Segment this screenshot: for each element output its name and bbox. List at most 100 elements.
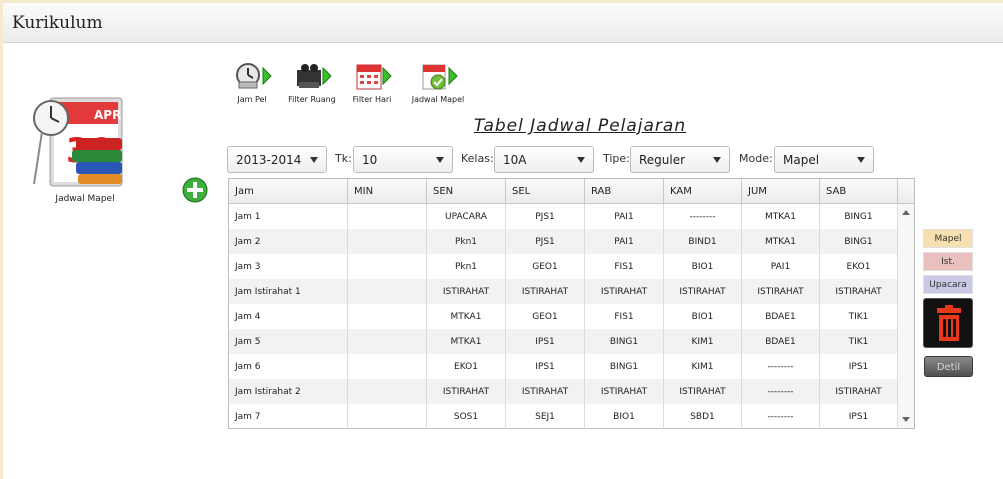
row-label-cell[interactable]: Jam Istirahat 2 bbox=[229, 379, 348, 404]
row-label-cell[interactable]: Jam 4 bbox=[229, 304, 348, 329]
table-cell[interactable]: EKO1 bbox=[820, 254, 898, 279]
kelas-select[interactable]: 10A bbox=[494, 146, 594, 173]
table-cell[interactable]: BDAE1 bbox=[742, 329, 820, 354]
table-cell[interactable] bbox=[348, 279, 427, 304]
table-cell[interactable]: FIS1 bbox=[585, 304, 664, 329]
table-cell[interactable]: BIO1 bbox=[664, 304, 742, 329]
row-label-cell[interactable]: Jam 5 bbox=[229, 329, 348, 354]
table-cell[interactable] bbox=[348, 379, 427, 404]
table-cell[interactable] bbox=[348, 404, 427, 429]
toolbar-filter-hari-button[interactable]: Filter Hari bbox=[341, 62, 403, 110]
column-header[interactable]: MIN bbox=[348, 179, 427, 203]
table-cell[interactable]: MTKA1 bbox=[742, 204, 820, 229]
scroll-up-icon[interactable] bbox=[902, 210, 910, 215]
toolbar-jadwal-mapel-button[interactable]: Jadwal Mapel bbox=[407, 62, 469, 110]
column-header[interactable]: SEL bbox=[506, 179, 585, 203]
table-cell[interactable]: PAI1 bbox=[585, 204, 664, 229]
table-cell[interactable] bbox=[348, 229, 427, 254]
table-cell[interactable]: ISTIRAHAT bbox=[664, 279, 742, 304]
table-cell[interactable]: EKO1 bbox=[427, 354, 506, 379]
table-cell[interactable]: MTKA1 bbox=[742, 229, 820, 254]
table-cell[interactable] bbox=[348, 204, 427, 229]
mode-select[interactable]: Mapel bbox=[774, 146, 874, 173]
table-cell[interactable]: -------- bbox=[742, 354, 820, 379]
year-select[interactable]: 2013-2014 bbox=[227, 146, 327, 173]
table-cell[interactable]: MTKA1 bbox=[427, 329, 506, 354]
table-row[interactable]: Jam 1 UPACARA PJS1 PAI1 -------- MTKA1 BING1 bbox=[229, 204, 898, 229]
table-cell[interactable]: -------- bbox=[664, 204, 742, 229]
column-header[interactable]: SEN bbox=[427, 179, 506, 203]
table-cell[interactable]: MTKA1 bbox=[427, 304, 506, 329]
table-row[interactable]: Jam 4 MTKA1 GEO1 FIS1 BIO1 BDAE1 TIK1 bbox=[229, 304, 898, 329]
row-label-cell[interactable]: Jam 3 bbox=[229, 254, 348, 279]
table-row[interactable]: Jam Istirahat 1 ISTIRAHAT ISTIRAHAT ISTIRAH… bbox=[229, 279, 898, 304]
table-cell[interactable]: BING1 bbox=[585, 329, 664, 354]
table-cell[interactable]: IPS1 bbox=[820, 404, 898, 429]
table-cell[interactable]: ISTIRAHAT bbox=[427, 379, 506, 404]
table-cell[interactable]: ISTIRAHAT bbox=[742, 279, 820, 304]
table-cell[interactable] bbox=[348, 254, 427, 279]
table-cell[interactable]: IPS1 bbox=[506, 354, 585, 379]
detil-button[interactable]: Detil bbox=[924, 356, 973, 377]
table-cell[interactable]: ISTIRAHAT bbox=[820, 379, 898, 404]
table-cell[interactable]: GEO1 bbox=[506, 304, 585, 329]
table-cell[interactable]: TIK1 bbox=[820, 304, 898, 329]
column-header[interactable]: SAB bbox=[820, 179, 898, 203]
tk-select[interactable]: 10 bbox=[353, 146, 453, 173]
column-header[interactable]: Jam bbox=[229, 179, 348, 203]
table-cell[interactable]: Pkn1 bbox=[427, 254, 506, 279]
table-cell[interactable]: ISTIRAHAT bbox=[427, 279, 506, 304]
row-label-cell[interactable]: Jam 7 bbox=[229, 404, 348, 429]
row-label-cell[interactable]: Jam 2 bbox=[229, 229, 348, 254]
table-cell[interactable]: PAI1 bbox=[742, 254, 820, 279]
table-cell[interactable]: -------- bbox=[742, 379, 820, 404]
column-header[interactable]: JUM bbox=[742, 179, 820, 203]
table-cell[interactable]: BING1 bbox=[820, 229, 898, 254]
table-cell[interactable]: PJS1 bbox=[506, 204, 585, 229]
table-cell[interactable]: KIM1 bbox=[664, 354, 742, 379]
table-row[interactable]: Jam 2 Pkn1 PJS1 PAI1 BIND1 MTKA1 BING1 bbox=[229, 229, 898, 254]
row-label-cell[interactable]: Jam 1 bbox=[229, 204, 348, 229]
toolbar-jam-pel-button[interactable]: Jam Pel bbox=[221, 62, 283, 110]
table-cell[interactable]: FIS1 bbox=[585, 254, 664, 279]
table-row[interactable]: Jam 5 MTKA1 IPS1 BING1 KIM1 BDAE1 TIK1 bbox=[229, 329, 898, 354]
add-icon[interactable] bbox=[182, 177, 208, 203]
table-cell[interactable]: SEJ1 bbox=[506, 404, 585, 429]
table-cell[interactable]: ISTIRAHAT bbox=[506, 379, 585, 404]
column-header[interactable]: KAM bbox=[664, 179, 742, 203]
table-row[interactable]: Jam Istirahat 2 ISTIRAHAT ISTIRAHAT ISTIRAH… bbox=[229, 379, 898, 404]
row-label-cell[interactable]: Jam 6 bbox=[229, 354, 348, 379]
table-cell[interactable]: ISTIRAHAT bbox=[585, 379, 664, 404]
tipe-select[interactable]: Reguler bbox=[630, 146, 730, 173]
legend-mapel[interactable]: Mapel bbox=[923, 229, 973, 248]
table-cell[interactable]: ISTIRAHAT bbox=[506, 279, 585, 304]
calendar-books-icon[interactable]: APRIL 30 bbox=[30, 92, 134, 192]
table-scrollbar[interactable] bbox=[898, 204, 914, 428]
row-label-cell[interactable]: Jam Istirahat 1 bbox=[229, 279, 348, 304]
delete-button[interactable] bbox=[923, 298, 973, 348]
table-cell[interactable]: ISTIRAHAT bbox=[585, 279, 664, 304]
table-row[interactable]: Jam 7 SOS1 SEJ1 BIO1 SBD1 -------- IPS1 bbox=[229, 404, 898, 429]
table-cell[interactable] bbox=[348, 304, 427, 329]
table-cell[interactable]: IPS1 bbox=[820, 354, 898, 379]
table-cell[interactable]: UPACARA bbox=[427, 204, 506, 229]
table-cell[interactable]: BIO1 bbox=[585, 404, 664, 429]
column-header[interactable]: RAB bbox=[585, 179, 664, 203]
table-cell[interactable]: ISTIRAHAT bbox=[664, 379, 742, 404]
table-cell[interactable]: KIM1 bbox=[664, 329, 742, 354]
table-cell[interactable]: BING1 bbox=[585, 354, 664, 379]
table-cell[interactable] bbox=[348, 354, 427, 379]
table-cell[interactable]: PAI1 bbox=[585, 229, 664, 254]
table-cell[interactable]: Pkn1 bbox=[427, 229, 506, 254]
table-cell[interactable]: GEO1 bbox=[506, 254, 585, 279]
table-cell[interactable]: ISTIRAHAT bbox=[820, 279, 898, 304]
table-row[interactable]: Jam 3 Pkn1 GEO1 FIS1 BIO1 PAI1 EKO1 bbox=[229, 254, 898, 279]
table-cell[interactable] bbox=[348, 329, 427, 354]
toolbar-filter-ruang-button[interactable]: Filter Ruang bbox=[281, 62, 343, 110]
table-cell[interactable]: -------- bbox=[742, 404, 820, 429]
table-row[interactable]: Jam 6 EKO1 IPS1 BING1 KIM1 -------- IPS1 bbox=[229, 354, 898, 379]
table-cell[interactable]: BING1 bbox=[820, 204, 898, 229]
table-cell[interactable]: BIO1 bbox=[664, 254, 742, 279]
table-cell[interactable]: PJS1 bbox=[506, 229, 585, 254]
legend-upacara[interactable]: Upacara bbox=[923, 275, 973, 294]
